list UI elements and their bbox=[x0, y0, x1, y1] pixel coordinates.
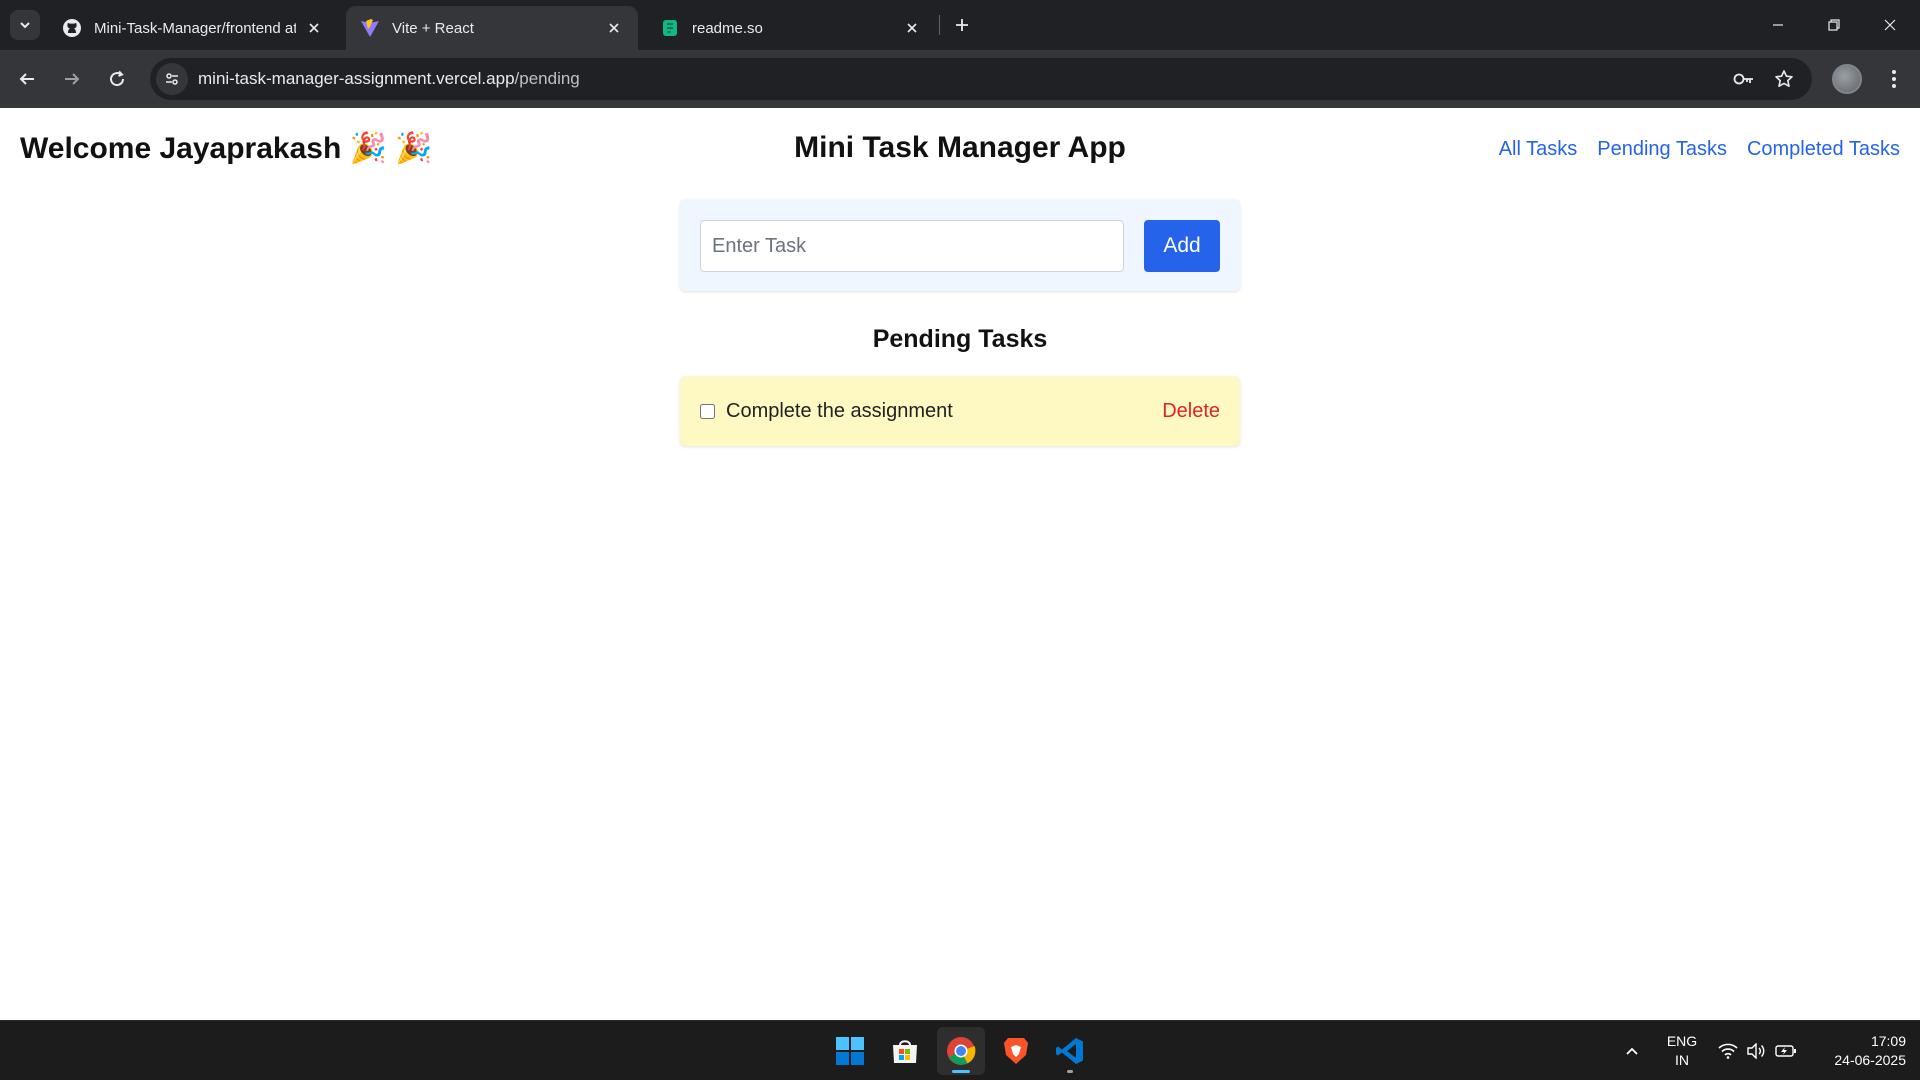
chrome-icon bbox=[947, 1037, 976, 1065]
tab-title: readme.so bbox=[692, 19, 763, 37]
language-code: ENG bbox=[1666, 1033, 1698, 1049]
delete-task-button[interactable]: Delete bbox=[1162, 400, 1220, 423]
tab-title: Vite + React bbox=[392, 19, 474, 37]
tune-icon bbox=[166, 73, 178, 85]
main-nav: All Tasks Pending Tasks Completed Tasks bbox=[1499, 138, 1900, 161]
task-text: Complete the assignment bbox=[726, 400, 953, 422]
browser-toolbar: mini-task-manager-assignment.vercel.app/… bbox=[0, 50, 1920, 108]
tab-search-button[interactable] bbox=[10, 10, 40, 40]
vscode-icon bbox=[1056, 1038, 1083, 1064]
restore-button[interactable] bbox=[1806, 0, 1862, 50]
back-button[interactable] bbox=[11, 63, 43, 95]
region-code: IN bbox=[1675, 1052, 1689, 1068]
browser-menu-button[interactable] bbox=[1878, 63, 1910, 95]
app-title: Mini Task Manager App bbox=[794, 131, 1126, 164]
url-text: mini-task-manager-assignment.vercel.app/… bbox=[198, 69, 580, 89]
chevron-up-icon bbox=[1626, 1047, 1638, 1055]
more-vertical-icon bbox=[1892, 70, 1896, 88]
close-icon bbox=[1884, 19, 1896, 31]
close-icon[interactable] bbox=[604, 18, 624, 38]
reload-icon bbox=[110, 70, 125, 87]
language-indicator[interactable]: ENG IN bbox=[1662, 1032, 1702, 1070]
vscode-taskbar-button[interactable] bbox=[1046, 1027, 1094, 1075]
password-manager-button[interactable] bbox=[1728, 63, 1760, 95]
forward-button[interactable] bbox=[56, 63, 88, 95]
welcome-text: Welcome Jayaprakash bbox=[20, 132, 342, 165]
browser-tab-github[interactable]: Mini-Task-Manager/frontend at bbox=[48, 6, 338, 50]
minimize-button[interactable] bbox=[1750, 0, 1806, 50]
key-icon bbox=[1733, 73, 1753, 85]
battery-charging-icon bbox=[1775, 1045, 1796, 1057]
show-hidden-icons-button[interactable] bbox=[1620, 1039, 1644, 1063]
page-content: Welcome Jayaprakash 🎉 🎉 Mini Task Manage… bbox=[0, 108, 1920, 1020]
bookmark-button[interactable] bbox=[1768, 63, 1800, 95]
add-task-button[interactable]: Add bbox=[1144, 220, 1220, 272]
tab-title: Mini-Task-Manager/frontend at bbox=[94, 19, 296, 37]
close-icon[interactable] bbox=[902, 18, 922, 38]
vite-icon bbox=[360, 18, 380, 38]
reload-button[interactable] bbox=[101, 63, 133, 95]
profile-avatar[interactable] bbox=[1832, 64, 1862, 94]
active-app-indicator bbox=[952, 1070, 970, 1073]
section-title-row: Pending Tasks bbox=[0, 325, 1920, 354]
url-host: mini-task-manager-assignment.vercel.app bbox=[198, 69, 515, 88]
readme-icon bbox=[660, 18, 680, 38]
battery-button[interactable] bbox=[1774, 1039, 1798, 1063]
plus-icon bbox=[956, 19, 968, 31]
arrow-right-icon bbox=[65, 73, 80, 85]
nav-all-tasks[interactable]: All Tasks bbox=[1499, 138, 1578, 161]
close-window-button[interactable] bbox=[1862, 0, 1918, 50]
clock-time: 17:09 bbox=[1870, 1033, 1906, 1049]
system-clock[interactable]: 17:09 24-06-2025 bbox=[1810, 1032, 1906, 1070]
close-icon[interactable] bbox=[304, 18, 324, 38]
volume-button[interactable] bbox=[1744, 1039, 1768, 1063]
open-app-indicator bbox=[1067, 1070, 1073, 1073]
nav-pending-tasks[interactable]: Pending Tasks bbox=[1597, 138, 1727, 161]
site-info-button[interactable] bbox=[156, 63, 188, 95]
task-checkbox[interactable] bbox=[700, 404, 715, 419]
windows-logo-icon bbox=[836, 1037, 864, 1065]
github-icon bbox=[62, 18, 82, 38]
url-path: /pending bbox=[514, 69, 580, 88]
microsoft-store-button[interactable] bbox=[881, 1027, 929, 1075]
section-title: Pending Tasks bbox=[872, 325, 1048, 353]
new-tab-button[interactable] bbox=[947, 10, 977, 40]
wifi-button[interactable] bbox=[1716, 1039, 1740, 1063]
clock-date: 24-06-2025 bbox=[1834, 1052, 1906, 1068]
minimize-icon bbox=[1773, 24, 1783, 26]
start-button[interactable] bbox=[826, 1027, 874, 1075]
store-icon bbox=[893, 1040, 917, 1063]
chevron-down-icon bbox=[20, 22, 30, 29]
wifi-icon bbox=[1718, 1043, 1738, 1059]
nav-completed-tasks[interactable]: Completed Tasks bbox=[1747, 138, 1900, 161]
address-bar[interactable]: mini-task-manager-assignment.vercel.app/… bbox=[150, 58, 1812, 100]
chrome-taskbar-button[interactable] bbox=[937, 1027, 985, 1075]
browser-tab-vite[interactable]: Vite + React bbox=[346, 6, 638, 50]
brave-icon bbox=[1004, 1038, 1028, 1064]
brave-taskbar-button[interactable] bbox=[992, 1027, 1040, 1075]
welcome-heading: Welcome Jayaprakash 🎉 🎉 bbox=[20, 131, 433, 166]
volume-icon bbox=[1747, 1043, 1765, 1059]
tab-separator bbox=[939, 15, 940, 35]
star-icon bbox=[1775, 70, 1793, 87]
windows-taskbar: ENG IN 17:09 24-06-2025 bbox=[0, 1020, 1920, 1080]
party-popper-icon: 🎉 🎉 bbox=[349, 132, 433, 165]
arrow-left-icon bbox=[19, 73, 34, 85]
task-input[interactable] bbox=[700, 220, 1124, 272]
restore-icon bbox=[1828, 19, 1840, 31]
add-task-form: Add bbox=[680, 199, 1240, 291]
browser-tab-readme[interactable]: readme.so bbox=[646, 6, 936, 50]
browser-tab-strip: Mini-Task-Manager/frontend at Vite + Rea… bbox=[0, 0, 1920, 50]
task-item: Complete the assignment Delete bbox=[680, 376, 1240, 446]
